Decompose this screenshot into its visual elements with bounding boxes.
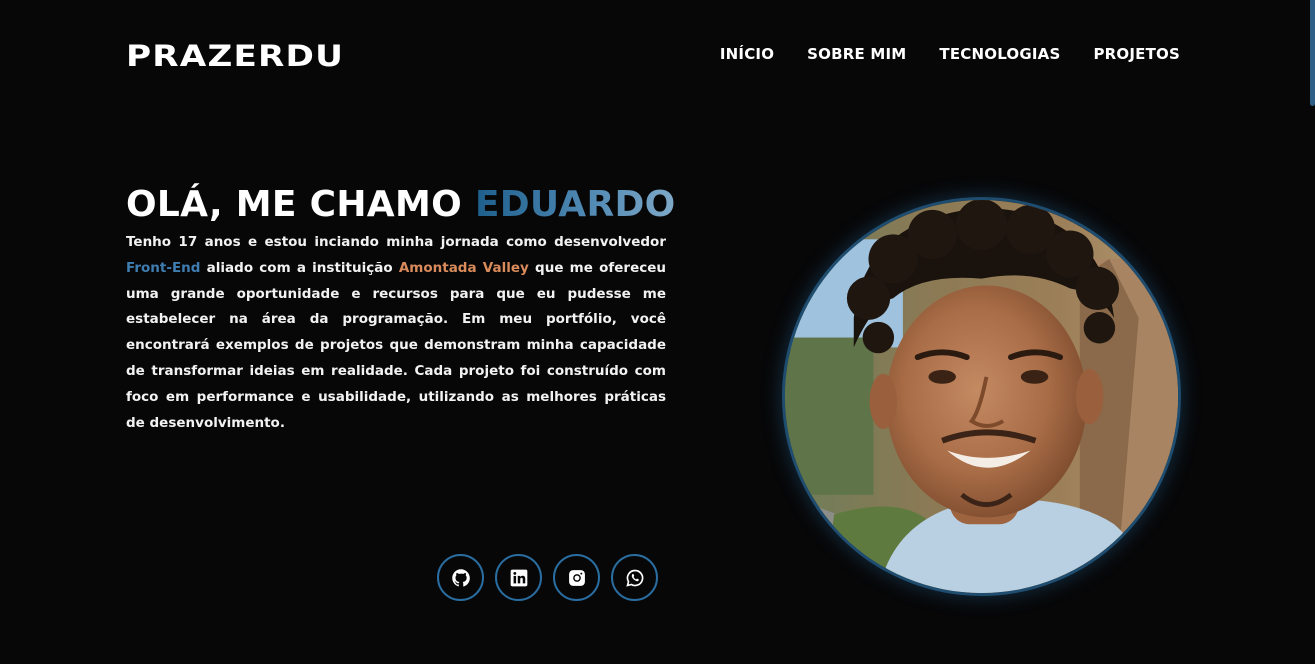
bio-highlight-role: Front-End [126, 259, 201, 276]
main-nav: INÍCIO SOBRE MIM TECNOLOGIAS PROJETOS [720, 44, 1180, 64]
instagram-button[interactable] [553, 554, 600, 601]
social-links [437, 554, 658, 601]
github-icon [451, 568, 470, 587]
hero-title: OLÁ, ME CHAMO EDUARDO [126, 183, 676, 227]
hero-title-name: EDUARDO [474, 184, 676, 225]
nav-link-projetos[interactable]: PROJETOS [1093, 44, 1180, 64]
site-header: PRAZERDU INÍCIO SOBRE MIM TECNOLOGIAS PR… [0, 0, 1315, 110]
bio-text-1: Tenho 17 anos e estou inciando minha jor… [126, 234, 666, 250]
github-button[interactable] [437, 554, 484, 601]
bio-highlight-org: Amontada Valley [398, 259, 529, 276]
whatsapp-button[interactable] [611, 554, 658, 601]
bio-text-3: que me ofereceu uma grande oportunidade … [126, 259, 667, 431]
hero-title-prefix: OLÁ, ME CHAMO [126, 184, 475, 225]
nav-link-sobre-mim[interactable]: SOBRE MIM [807, 44, 906, 64]
whatsapp-icon [625, 569, 643, 587]
instagram-icon [568, 569, 585, 586]
nav-link-tecnologias[interactable]: TECNOLOGIAS [939, 44, 1060, 64]
linkedin-icon [510, 569, 527, 586]
linkedin-button[interactable] [495, 554, 542, 601]
profile-photo-illustration [785, 200, 1178, 593]
bio-text-2: aliado com a instituição [200, 259, 399, 276]
site-logo[interactable]: PRAZERDU [126, 40, 344, 72]
nav-link-inicio[interactable]: INÍCIO [720, 44, 774, 64]
profile-photo [782, 197, 1181, 596]
bio-paragraph: Tenho 17 anos e estou inciando minha jor… [126, 230, 666, 436]
